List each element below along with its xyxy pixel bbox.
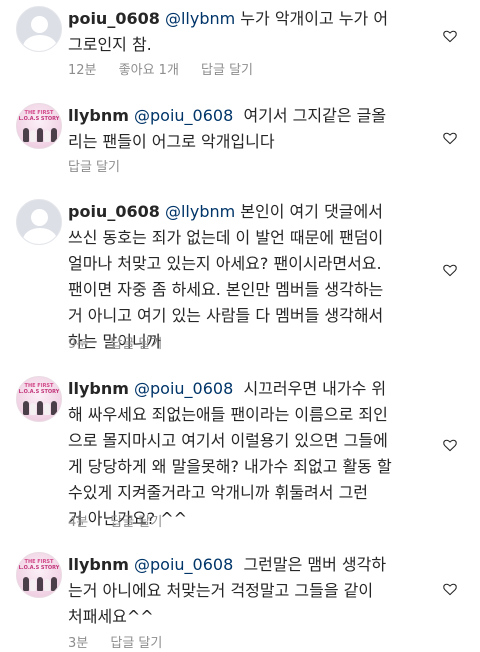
comment-time: 3분 [68, 636, 89, 651]
reply-button[interactable]: 답글 달기 [110, 337, 162, 352]
comment-body-line: 누가 악개이고 누가 어 [240, 9, 389, 28]
comment-body-line: 처패세요^^ [68, 607, 154, 626]
comment-body-line: 쓰신 동호는 죄가 없는데 이 발언 때문에 팬덤이 [68, 228, 384, 247]
comment-time: 4분 [68, 515, 89, 530]
comment-username[interactable]: poiu_0608 [68, 9, 160, 28]
heart-outline-icon[interactable] [442, 130, 458, 146]
like-count[interactable]: 좋아요 1개 [119, 63, 179, 78]
group-people-graphic [21, 124, 57, 142]
comment-mention[interactable]: @llybnm [165, 202, 235, 221]
reply-button[interactable]: 답글 달기 [201, 63, 253, 78]
comment-body-line: 그로인지 참. [68, 35, 152, 54]
comment-item: THE FIRST L.O.A.S STORY llybnm @poiu_060… [0, 95, 480, 190]
comment-body-line: 리는 팬들이 어그로 악개입니다 [68, 132, 275, 151]
comment-username[interactable]: poiu_0608 [68, 202, 160, 221]
comment-mention[interactable]: @poiu_0608 [134, 106, 233, 125]
heart-outline-icon[interactable] [442, 581, 458, 597]
comment-time: 12분 [68, 63, 97, 78]
comment-body-line: 그런말은 맴버 생각하 [243, 555, 387, 574]
comment-time: 9분 [68, 337, 89, 352]
comment-mention[interactable]: @llybnm [165, 9, 235, 28]
avatar-logo-text: L.O.A.S STORY [18, 389, 60, 395]
comment-body-line: 는거 아니에요 처맞는거 걱정말고 그들을 같이 [68, 581, 374, 600]
comment-meta: 9분 답글 달기 [68, 333, 180, 352]
default-profile-icon[interactable] [16, 6, 62, 52]
comment-text: poiu_0608 @llybnm 본인이 여기 댓글에서 쓰신 동호는 죄가 … [68, 199, 472, 355]
comment-username[interactable]: llybnm [68, 106, 129, 125]
comment-body-line: 여기서 그지같은 글올 [243, 106, 387, 125]
comment-text: poiu_0608 @llybnm 누가 악개이고 누가 어 그로인지 참. [68, 6, 472, 58]
group-people-graphic [21, 573, 57, 591]
reply-button[interactable]: 답글 달기 [110, 636, 162, 651]
comment-text: llybnm @poiu_0608 여기서 그지같은 글올 리는 팬들이 어그로… [68, 103, 472, 155]
comment-username[interactable]: llybnm [68, 379, 129, 398]
group-photo-avatar[interactable]: THE FIRST L.O.A.S STORY [16, 376, 62, 422]
heart-outline-icon[interactable] [442, 28, 458, 44]
comment-item: THE FIRST L.O.A.S STORY llybnm @poiu_060… [0, 540, 480, 652]
comment-text: llybnm @poiu_0608 시끄러우면 내가수 위 해 싸우세요 죄없는… [68, 376, 472, 532]
group-photo-avatar[interactable]: THE FIRST L.O.A.S STORY [16, 552, 62, 598]
reply-button[interactable]: 답글 달기 [68, 160, 120, 175]
comment-username[interactable]: llybnm [68, 555, 129, 574]
group-photo-avatar[interactable]: THE FIRST L.O.A.S STORY [16, 103, 62, 149]
comment-meta: 3분 답글 달기 [68, 632, 180, 651]
reply-button[interactable]: 답글 달기 [110, 515, 162, 530]
avatar-logo-text: L.O.A.S STORY [18, 565, 60, 571]
comment-meta: 4분 답글 달기 [68, 511, 180, 530]
comment-meta: 답글 달기 [68, 156, 138, 175]
comment-text: llybnm @poiu_0608 그런말은 맴버 생각하 는거 아니에요 처맞… [68, 552, 472, 630]
default-profile-icon[interactable] [16, 199, 62, 245]
comment-item: THE FIRST L.O.A.S STORY llybnm @poiu_060… [0, 370, 480, 530]
comment-body-line: 팬이면 자중 좀 하세요. 본인만 멤버들 생각하는 [68, 280, 384, 299]
comment-body-line: 시끄러우면 내가수 위 [243, 379, 387, 398]
comment-body-line: 거 아니고 여기 있는 사람들 다 멤버들 생각해서 [68, 306, 384, 325]
heart-outline-icon[interactable] [442, 262, 458, 278]
comment-body-line: 수있게 지켜줄거라고 악개니까 휘둘려서 그런 [68, 483, 369, 502]
comment-item: poiu_0608 @llybnm 본인이 여기 댓글에서 쓰신 동호는 죄가 … [0, 195, 480, 355]
comment-body-line: 게 당당하게 왜 말을못해? 내가수 죄없고 활동 할 [68, 457, 392, 476]
comment-mention[interactable]: @poiu_0608 [134, 555, 233, 574]
comment-body-line: 본인이 여기 댓글에서 [240, 202, 383, 221]
comment-body-line: 해 싸우세요 죄없는애들 팬이라는 이름으로 죄인 [68, 405, 388, 424]
comment-meta: 12분 좋아요 1개 답글 달기 [68, 59, 271, 78]
group-people-graphic [21, 397, 57, 415]
comment-body-line: 으로 몰지마시고 여기서 이럴용기 있으면 그들에 [68, 431, 388, 450]
comment-item: poiu_0608 @llybnm 누가 악개이고 누가 어 그로인지 참. 1… [0, 0, 480, 90]
comment-body-line: 얼마나 처맞고 있는지 아세요? 팬이시라면서요. [68, 254, 382, 273]
avatar-logo-text: L.O.A.S STORY [18, 116, 60, 122]
comment-mention[interactable]: @poiu_0608 [134, 379, 233, 398]
heart-outline-icon[interactable] [442, 437, 458, 453]
